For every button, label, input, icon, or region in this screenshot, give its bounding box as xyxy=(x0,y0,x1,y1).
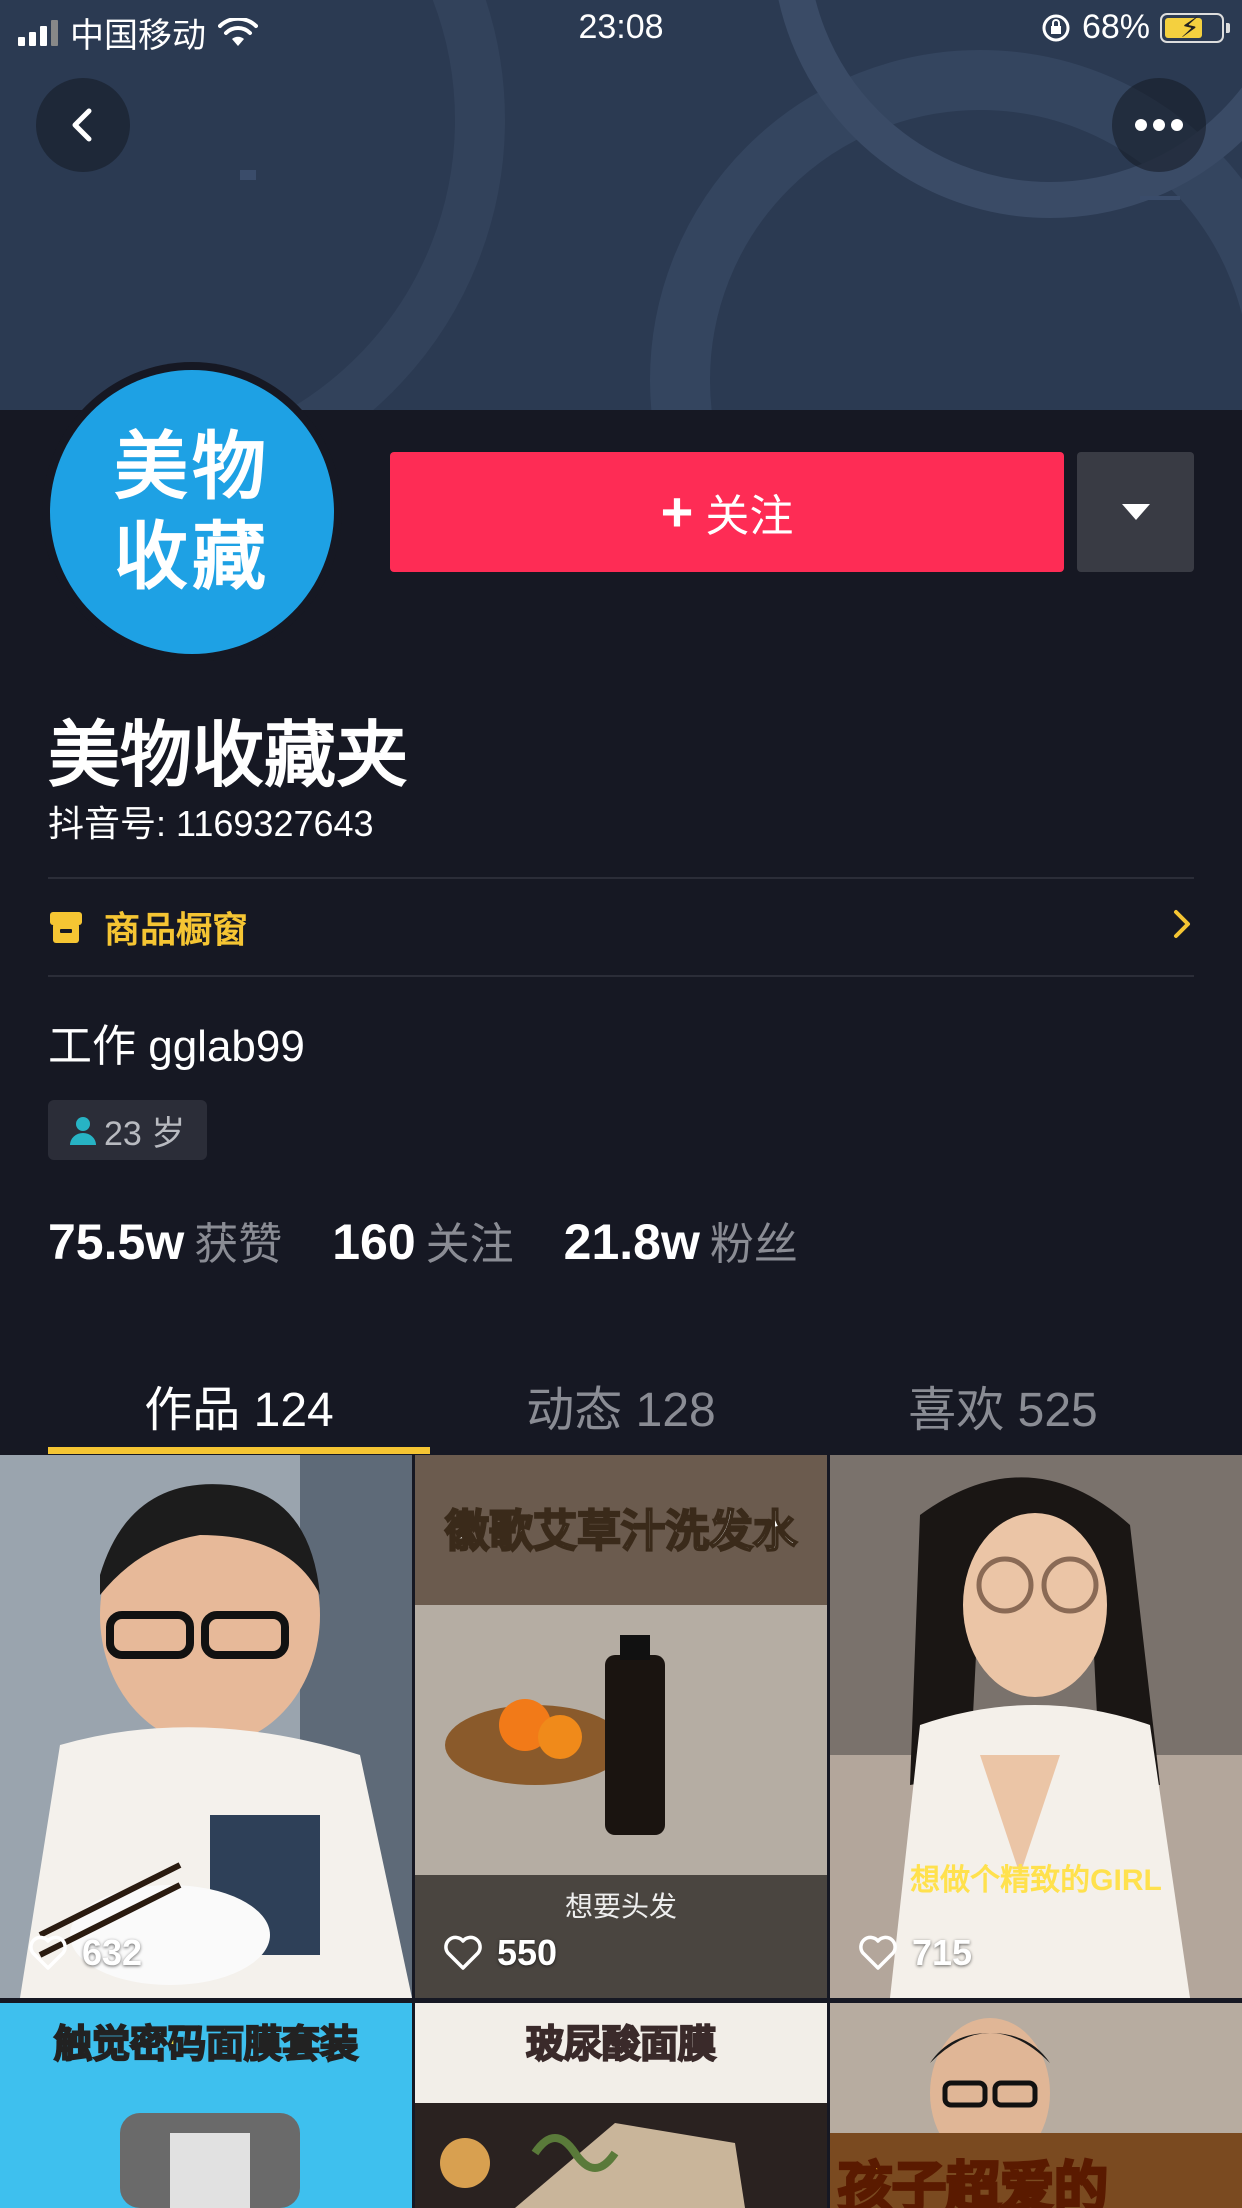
battery-percent: 68% xyxy=(1081,8,1150,46)
video-thumbnail xyxy=(830,1455,1242,1998)
video-subtitle: 想要头发 xyxy=(564,1891,677,1922)
avatar-text-line2: 收藏 xyxy=(114,515,270,598)
video-thumbnail xyxy=(0,1455,412,1998)
tab-indicator xyxy=(48,1447,430,1454)
douyin-id: 抖音号: 1169327643 xyxy=(48,803,374,844)
likes-indicator: 550 xyxy=(443,1932,557,1974)
recommend-dropdown-button[interactable] xyxy=(1077,452,1194,572)
likes-count: 632 xyxy=(82,1932,143,1973)
battery-icon: ⚡ xyxy=(1160,12,1230,43)
divider xyxy=(48,975,1194,977)
video-caption: 触觉密码面膜套装 xyxy=(53,2023,359,2067)
heart-icon xyxy=(444,1935,482,1970)
chevron-right-icon xyxy=(1174,910,1190,938)
following-count[interactable]: 160 xyxy=(332,1213,415,1271)
likes-label: 获赞 xyxy=(194,1220,283,1269)
avatar[interactable]: 美物 收藏 xyxy=(42,362,342,662)
tab-works[interactable]: 作品 124 xyxy=(48,1358,430,1454)
product-showcase-link[interactable]: 商品橱窗 xyxy=(48,878,1194,976)
video-tile[interactable]: 徽歌艾草汁洗发水 想要头发 550 xyxy=(415,1455,827,1998)
follow-label: 关注 xyxy=(705,492,794,541)
likes-count: 75.5w xyxy=(48,1214,185,1270)
chevron-left-icon xyxy=(72,108,92,142)
tab-updates[interactable]: 动态 128 xyxy=(430,1358,812,1454)
video-tile[interactable]: 触觉密码面膜套装 xyxy=(0,2003,412,2208)
bio: 工作 gglab99 xyxy=(48,1022,305,1071)
video-caption: 玻尿酸面膜 xyxy=(525,2023,717,2067)
likes-count: 550 xyxy=(497,1932,558,1973)
nickname: 美物收藏夹 xyxy=(48,716,409,796)
content-tabs: 作品 124 动态 128 喜欢 525 xyxy=(0,1358,1242,1454)
age-tag: 23 岁 xyxy=(48,1100,208,1160)
rotation-lock-icon xyxy=(1042,14,1070,41)
caret-down-icon xyxy=(1121,504,1150,520)
user-icon xyxy=(70,1117,96,1145)
status-bar: 中国移动 23:08 68% ⚡ xyxy=(0,0,1242,58)
video-caption: 徽歌艾草汁洗发水 xyxy=(444,1506,798,1557)
followers-label[interactable]: 粉丝 xyxy=(710,1208,798,1272)
plus-icon: + xyxy=(660,480,694,543)
video-caption: 孩子超爱的 xyxy=(837,2157,1110,2208)
follow-button[interactable]: + 关注 xyxy=(390,452,1064,572)
likes-count: 715 xyxy=(912,1932,973,1973)
video-tile[interactable]: 632 xyxy=(0,1455,412,1998)
shop-icon xyxy=(50,912,82,943)
banner-pattern xyxy=(240,0,1242,410)
following-label[interactable]: 关注 xyxy=(426,1208,514,1272)
video-subtitle: 想做个精致的GIRL xyxy=(910,1864,1162,1897)
age-text: 23 岁 xyxy=(104,1114,186,1153)
profile-banner xyxy=(0,0,1242,410)
showcase-label: 商品橱窗 xyxy=(104,909,249,950)
heart-icon xyxy=(29,1935,67,1970)
followers-count[interactable]: 21.8w xyxy=(564,1213,700,1271)
ellipsis-icon xyxy=(1135,119,1183,131)
likes-indicator: 715 xyxy=(858,1932,972,1974)
heart-icon xyxy=(859,1935,897,1970)
video-tile[interactable]: 孩子超爱的 xyxy=(830,2003,1242,2208)
likes-indicator: 632 xyxy=(28,1932,142,1974)
back-button[interactable] xyxy=(36,78,130,172)
profile-stats: 75.5w 获赞 160 关注 21.8w 粉丝 xyxy=(48,1208,848,1272)
more-button[interactable] xyxy=(1112,78,1206,172)
tab-likes[interactable]: 喜欢 525 xyxy=(812,1358,1194,1454)
avatar-text-line1: 美物 xyxy=(114,425,270,508)
video-tile[interactable]: 玻尿酸面膜 xyxy=(415,2003,827,2208)
video-tile[interactable]: 想做个精致的GIRL 715 xyxy=(830,1455,1242,1998)
